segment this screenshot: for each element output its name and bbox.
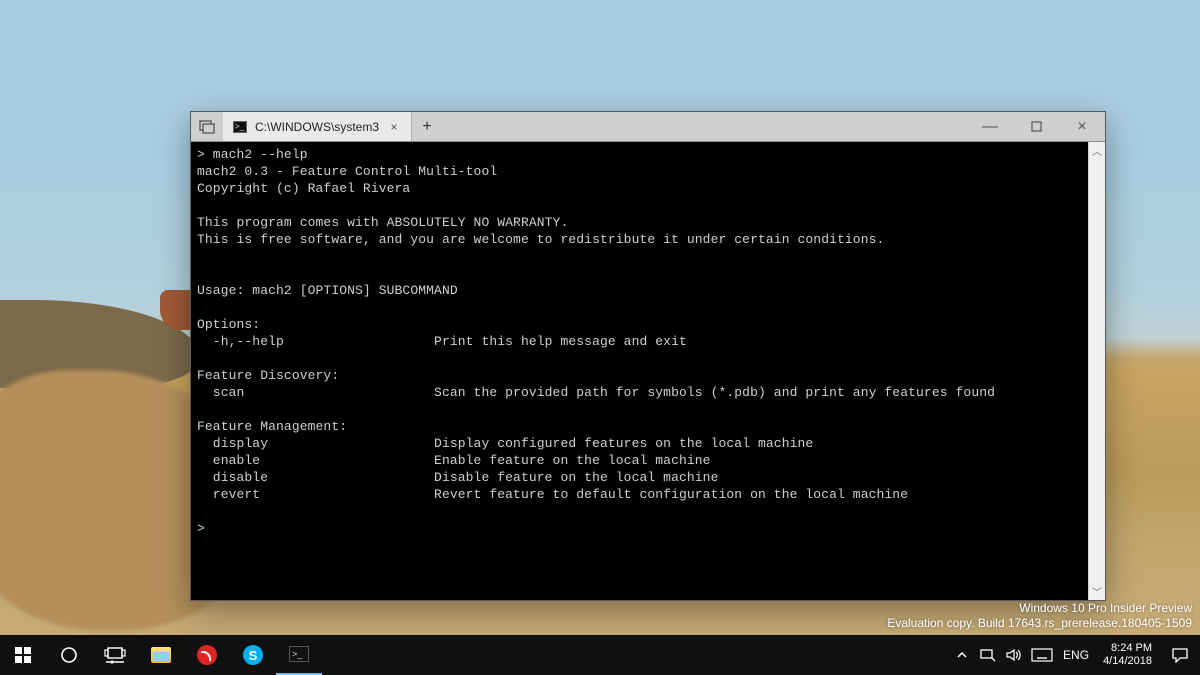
vertical-scrollbar[interactable]: ︿ ﹀ [1088, 142, 1105, 600]
terminal-window: >_ C:\WINDOWS\system3 × + — × > mach2 --… [190, 111, 1106, 601]
tabs-overview-icon [198, 118, 216, 136]
tray-language-button[interactable]: ENG [1057, 635, 1095, 675]
maximize-button[interactable] [1013, 112, 1059, 141]
desktop-watermark: Windows 10 Pro Insider Preview Evaluatio… [887, 601, 1192, 631]
taskbar-app-vivaldi[interactable] [184, 635, 230, 675]
minimize-button[interactable]: — [967, 112, 1013, 141]
desktop: >_ C:\WINDOWS\system3 × + — × > mach2 --… [0, 0, 1200, 675]
taskbar-app-cmd-active[interactable]: >_ [276, 635, 322, 675]
taskbar: S >_ ENG 8:24 PM 4/14/2018 [0, 635, 1200, 675]
network-icon [979, 648, 997, 662]
tray-clock[interactable]: 8:24 PM 4/14/2018 [1095, 635, 1160, 675]
keyboard-icon [1031, 648, 1053, 662]
titlebar-drag-region[interactable] [442, 112, 967, 141]
clock-time: 8:24 PM [1111, 642, 1152, 655]
scroll-track[interactable] [1089, 159, 1105, 583]
scroll-down-button[interactable]: ﹀ [1089, 583, 1105, 600]
start-button[interactable] [0, 635, 46, 675]
minimize-icon: — [982, 118, 998, 136]
windows-logo-icon [14, 646, 32, 664]
cortana-button[interactable] [46, 635, 92, 675]
close-icon: × [1077, 118, 1086, 136]
action-center-icon [1171, 647, 1189, 663]
volume-icon [1005, 648, 1023, 662]
watermark-line2: Evaluation copy. Build 17643.rs_prerelea… [887, 616, 1192, 631]
clock-date: 4/14/2018 [1103, 655, 1152, 668]
tray-overflow-button[interactable] [949, 635, 975, 675]
taskbar-right: ENG 8:24 PM 4/14/2018 [949, 635, 1200, 675]
maximize-icon [1031, 121, 1042, 132]
task-view-icon [104, 646, 126, 664]
task-view-button[interactable] [92, 635, 138, 675]
window-titlebar[interactable]: >_ C:\WINDOWS\system3 × + — × [191, 112, 1105, 142]
tab-active[interactable]: >_ C:\WINDOWS\system3 × [223, 112, 412, 141]
cortana-icon [60, 646, 78, 664]
action-center-button[interactable] [1160, 635, 1200, 675]
close-button[interactable]: × [1059, 112, 1105, 141]
watermark-line1: Windows 10 Pro Insider Preview [887, 601, 1192, 616]
cmd-icon: >_ [233, 121, 247, 133]
tab-close-button[interactable]: × [387, 120, 401, 134]
terminal-body: > mach2 --help mach2 0.3 - Feature Contr… [191, 142, 1105, 600]
file-explorer-icon [151, 647, 171, 663]
taskbar-app-explorer[interactable] [138, 635, 184, 675]
tray-volume-button[interactable] [1001, 635, 1027, 675]
new-tab-button[interactable]: + [412, 112, 442, 141]
cmd-icon: >_ [289, 646, 309, 662]
taskbar-left: S >_ [0, 635, 322, 675]
skype-icon: S [243, 645, 263, 665]
vivaldi-icon [197, 645, 217, 665]
tray-ime-button[interactable] [1027, 635, 1057, 675]
tab-title: C:\WINDOWS\system3 [255, 120, 379, 134]
tabs-overview-button[interactable] [191, 112, 223, 141]
terminal-output[interactable]: > mach2 --help mach2 0.3 - Feature Contr… [191, 142, 1088, 600]
chevron-up-icon [956, 649, 968, 661]
taskbar-app-skype[interactable]: S [230, 635, 276, 675]
scroll-up-button[interactable]: ︿ [1089, 142, 1105, 159]
tray-network-button[interactable] [975, 635, 1001, 675]
